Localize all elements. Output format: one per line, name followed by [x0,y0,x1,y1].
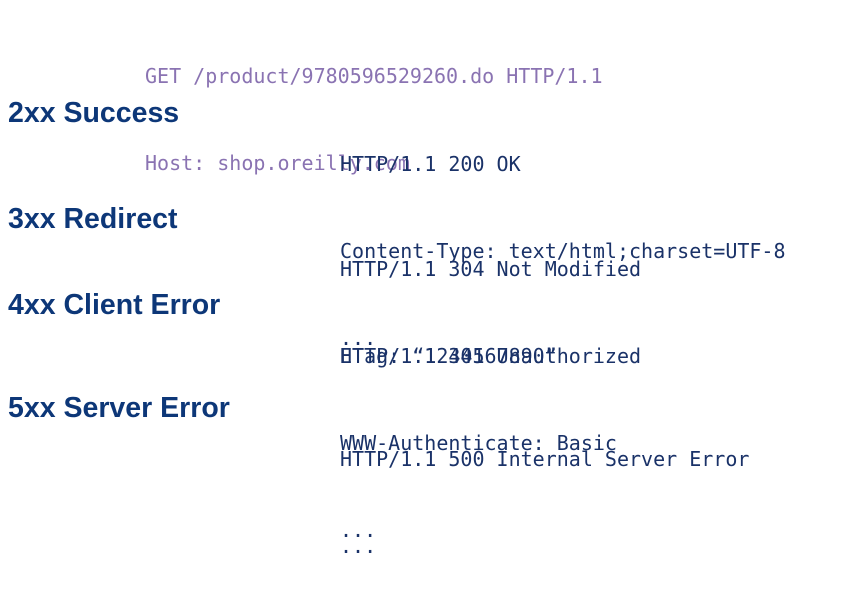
status-heading-4xx: 4xx Client Error [8,289,221,321]
status-heading-5xx: 5xx Server Error [8,392,230,424]
response-line: HTTP/1.1 304 Not Modified [340,257,642,281]
response-example-5xx: HTTP/1.1 500 Internal Server Error ... [340,387,749,590]
response-line: HTTP/1.1 500 Internal Server Error [340,447,750,471]
status-heading-2xx: 2xx Success [8,97,180,129]
response-line: HTTP/1.1 200 OK [340,152,521,176]
response-line: HTTP/1.1 401 Unauthorized [340,344,642,368]
status-heading-3xx: 3xx Redirect [8,203,178,235]
request-line: GET /product/9780596529260.do HTTP/1.1 [145,64,603,88]
response-ellipsis: ... [340,534,377,558]
